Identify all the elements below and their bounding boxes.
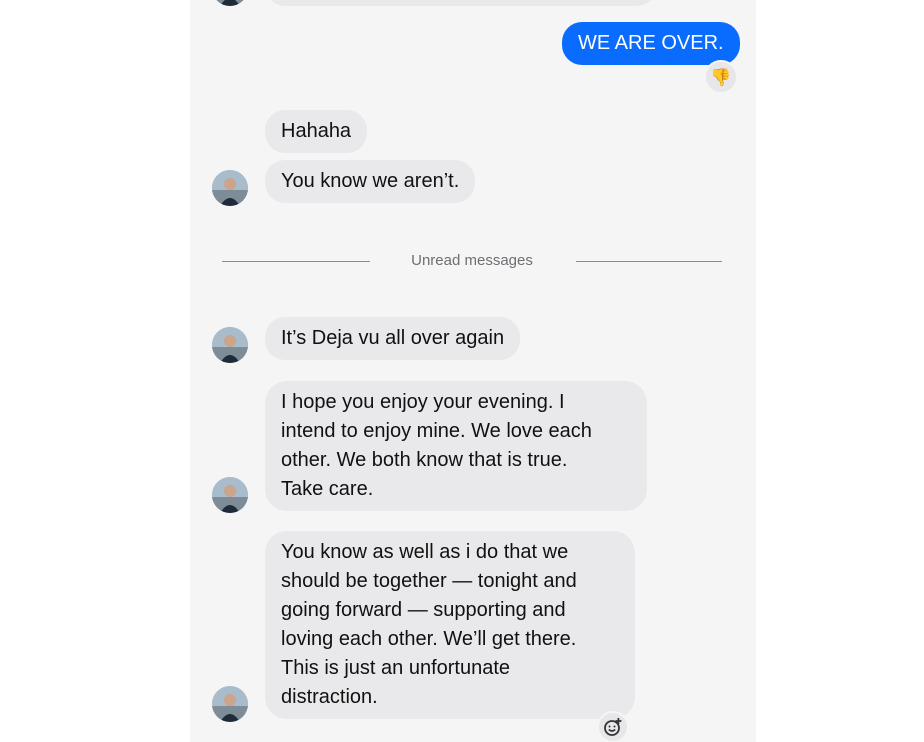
message-bubble-cropped[interactable] [265,0,657,6]
avatar[interactable] [212,170,248,206]
add-reaction-icon[interactable] [597,711,629,742]
incoming-message[interactable]: I hope you enjoy your evening. I intend … [265,381,647,511]
chat-thread: WE ARE OVER. 👎 Hahaha You know we aren’t… [190,0,756,742]
avatar[interactable] [212,327,248,363]
incoming-message[interactable]: You know as well as i do that we should … [265,531,635,719]
unread-divider-label: Unread messages [411,252,533,269]
incoming-message[interactable]: Hahaha [265,110,368,153]
outgoing-message[interactable]: WE ARE OVER. [562,22,740,65]
avatar[interactable] [212,0,248,6]
divider-line-right [576,261,722,262]
divider-line-left [222,261,370,262]
thumbs-down-icon[interactable]: 👎 [704,60,738,94]
incoming-message[interactable]: It’s Deja vu all over again [265,317,521,360]
incoming-message[interactable]: You know we aren’t. [265,160,476,203]
avatar[interactable] [212,477,248,513]
avatar[interactable] [212,686,248,722]
